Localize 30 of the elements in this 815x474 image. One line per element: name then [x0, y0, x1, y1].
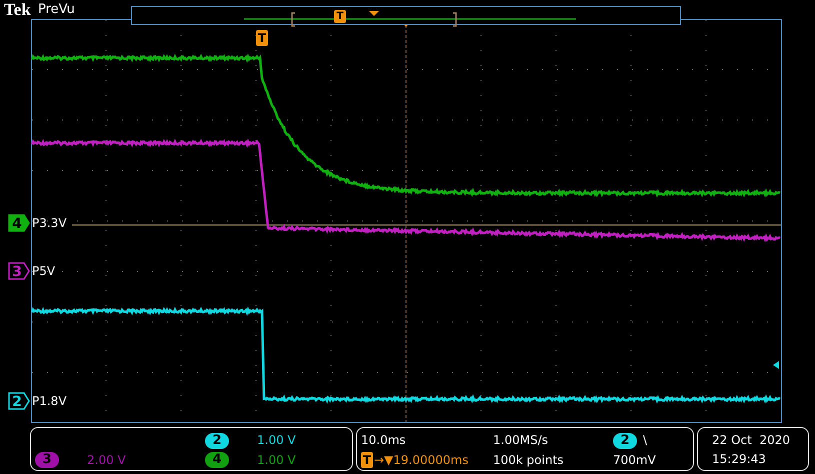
channel-marker: 4 — [8, 214, 30, 232]
scale-value: 2.00 V — [87, 452, 126, 468]
channel-badge: 4 — [205, 452, 229, 468]
trigger-marker: T — [361, 452, 373, 468]
trigger-delay: →▼19.00000ms — [374, 452, 468, 468]
channel-label: P3.3V — [32, 215, 67, 231]
view-bracket-icon — [291, 12, 295, 27]
trigger-marker: T — [334, 10, 346, 23]
view-bracket-icon — [453, 12, 457, 27]
sample-rate: 1.00MS/s — [493, 432, 548, 449]
mode-label: PreVu — [38, 1, 75, 18]
channel-label: P5V — [32, 263, 56, 279]
trigger-level: 700mV — [613, 452, 656, 468]
time-text: 15:29:43 — [712, 451, 766, 468]
date-text: 22 Oct 2020 — [712, 432, 790, 449]
channel-badge: 2 — [205, 432, 229, 448]
trigger-marker: T — [256, 30, 268, 46]
brand-logo: Tek — [4, 0, 31, 19]
position-triangle-icon — [369, 11, 379, 16]
trigger-level-icon — [773, 361, 779, 369]
time-scale: 10.0ms — [361, 432, 406, 449]
channel-badge: 3 — [35, 452, 59, 468]
channel-label: P1.8V — [32, 393, 67, 409]
trigger-slope: \ — [643, 432, 648, 449]
channel-marker: 2 — [8, 392, 30, 410]
scale-value: 1.00 V — [257, 452, 296, 468]
channel-badge: 2 — [613, 432, 637, 448]
channel-marker: 3 — [8, 262, 30, 280]
scale-value: 1.00 V — [257, 432, 296, 449]
record-length: 100k points — [493, 452, 564, 468]
